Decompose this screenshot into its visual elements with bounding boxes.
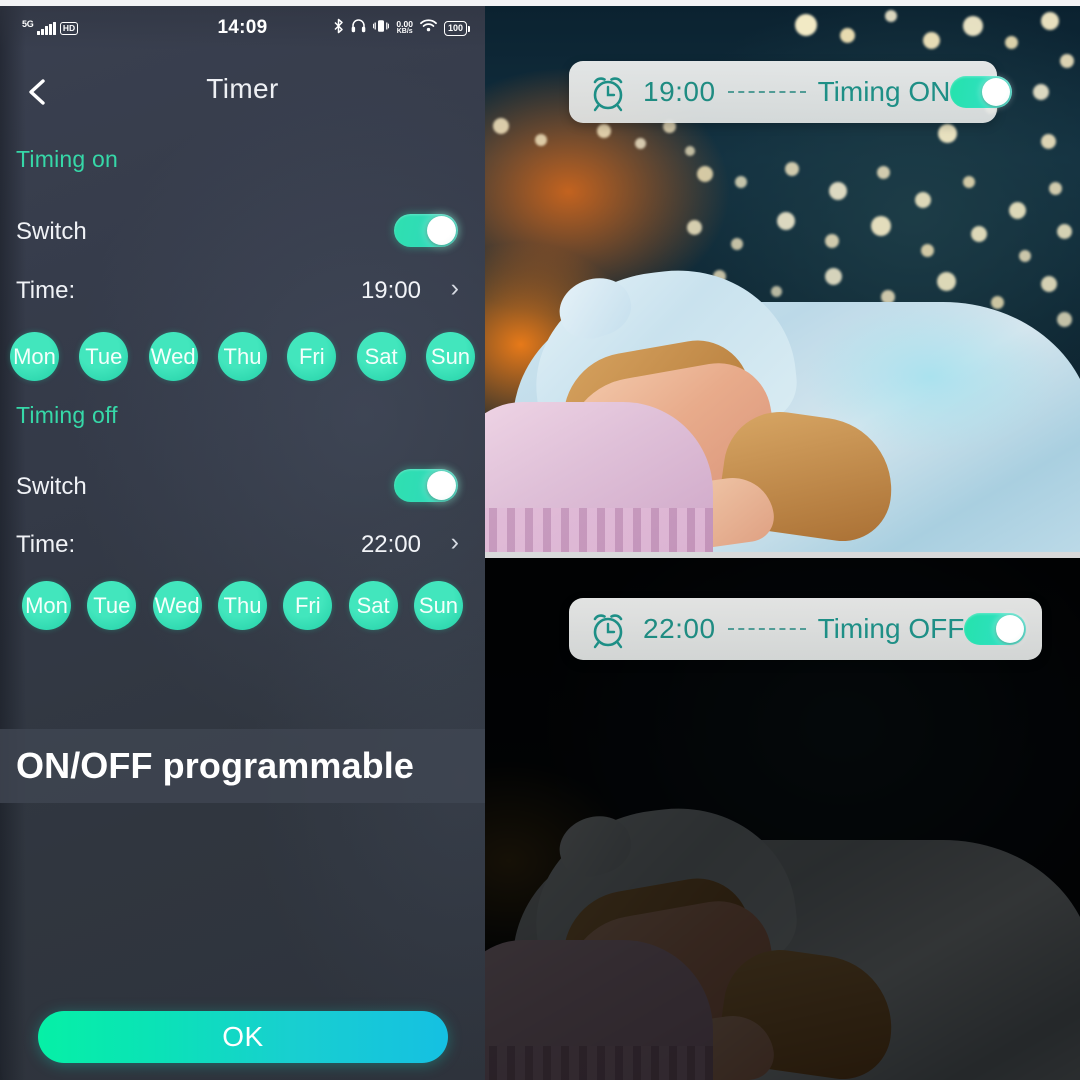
overlay-card-dashed-line xyxy=(727,91,806,93)
wifi-icon xyxy=(420,19,437,37)
alarm-clock-icon xyxy=(587,608,629,650)
day-chip-mon[interactable]: Mon xyxy=(22,581,71,630)
day-chip-fri[interactable]: Fri xyxy=(283,581,333,630)
alarm-clock-icon xyxy=(587,71,629,113)
day-chip-sat[interactable]: Sat xyxy=(356,332,406,381)
day-chip-label: Mon xyxy=(13,343,56,369)
toggle-knob xyxy=(996,615,1025,643)
data-rate-value: 0.00 xyxy=(396,18,413,29)
day-chip-label: Wed xyxy=(154,592,200,618)
day-chip-label: Tue xyxy=(93,592,131,618)
timing-on-section-label: Timing on xyxy=(16,146,118,172)
overlay-card-dashed-line xyxy=(727,628,806,630)
day-chip-label: Sat xyxy=(364,343,398,369)
data-rate-unit: KB/s xyxy=(396,28,413,35)
sleeping-child-illustration xyxy=(485,252,1080,552)
photo-lights-off: 22:00 Timing OFF xyxy=(485,558,1080,1080)
day-chip-wed[interactable]: Wed xyxy=(152,581,202,630)
day-chip-label: Tue xyxy=(85,343,123,369)
day-chip-tue[interactable]: Tue xyxy=(87,581,137,630)
day-chip-tue[interactable]: Tue xyxy=(79,332,129,381)
timing-off-switch-label: Switch xyxy=(16,473,87,500)
feature-banner-text: ON/OFF programmable xyxy=(16,745,414,786)
timing-on-time-chevron-icon[interactable]: › xyxy=(451,276,459,301)
timing-on-day-selector: Mon Tue Wed Thu Fri Sat Sun xyxy=(0,332,485,381)
pillow-frill-shape xyxy=(485,508,713,552)
day-chip-sun[interactable]: Sun xyxy=(425,332,475,381)
top-white-strip xyxy=(0,0,1080,6)
overlay-card-state: Timing ON xyxy=(817,76,951,107)
screenshot-root: 5G HD 14:09 0.00 KB/s 100 Timer Timing o… xyxy=(0,0,1080,1080)
day-chip-thu[interactable]: Thu xyxy=(217,581,267,630)
day-chip-label: Sat xyxy=(356,592,390,618)
status-bar: 5G HD 14:09 0.00 KB/s 100 xyxy=(0,6,485,50)
timing-off-day-selector: Mon Tue Wed Thu Fri Sat Sun xyxy=(0,581,485,630)
bluetooth-icon xyxy=(333,18,344,39)
status-bar-right: 0.00 KB/s 100 xyxy=(333,18,470,39)
phone-screen-panel: 5G HD 14:09 0.00 KB/s 100 Timer Timing o… xyxy=(0,6,485,1080)
toggle-knob xyxy=(427,471,456,500)
timing-off-section-label: Timing off xyxy=(16,402,118,428)
timing-off-switch-toggle[interactable] xyxy=(394,469,458,502)
day-chip-sat[interactable]: Sat xyxy=(348,581,398,630)
day-chip-label: Thu xyxy=(223,592,262,618)
day-chip-label: Fri xyxy=(298,343,325,369)
toggle-knob xyxy=(427,216,456,245)
overlay-card-toggle[interactable] xyxy=(950,76,1013,108)
day-chip-fri[interactable]: Fri xyxy=(287,332,337,381)
headphones-icon xyxy=(351,18,366,38)
overlay-card-time: 22:00 xyxy=(643,613,716,644)
day-chip-thu[interactable]: Thu xyxy=(217,332,267,381)
day-chip-label: Sun xyxy=(418,592,459,618)
overlay-card-toggle[interactable] xyxy=(964,613,1027,645)
battery-icon: 100 xyxy=(443,20,470,36)
photo-column: 19:00 Timing ON 22:00 Timing OFF xyxy=(485,6,1080,1080)
overlay-card-timing-on: 19:00 Timing ON xyxy=(569,61,1013,123)
timing-on-time-value[interactable]: 19:00 xyxy=(361,277,421,305)
title-bar: Timer xyxy=(0,64,485,122)
overlay-card-time: 19:00 xyxy=(643,76,716,107)
timing-off-time-label: Time: xyxy=(16,531,76,558)
timing-on-switch-label: Switch xyxy=(16,218,87,245)
vibrate-icon xyxy=(373,19,390,38)
day-chip-label: Thu xyxy=(223,343,262,369)
data-rate-indicator: 0.00 KB/s xyxy=(396,18,413,37)
day-chip-label: Wed xyxy=(150,343,196,369)
overlay-card-state: Timing OFF xyxy=(817,613,965,644)
ok-button-label: OK xyxy=(222,1021,264,1052)
timing-on-switch-toggle[interactable] xyxy=(394,214,458,247)
day-chip-label: Mon xyxy=(25,592,68,618)
day-chip-label: Fri xyxy=(294,592,321,618)
photo-divider xyxy=(485,552,1080,558)
timing-off-time-value[interactable]: 22:00 xyxy=(361,531,421,559)
timing-on-time-label: Time: xyxy=(16,277,76,304)
toggle-knob xyxy=(982,78,1011,106)
page-title: Timer xyxy=(206,73,279,104)
timing-off-time-chevron-icon[interactable]: › xyxy=(451,530,459,555)
photo-lights-on: 19:00 Timing ON xyxy=(485,6,1080,552)
day-chip-label: Sun xyxy=(430,343,471,369)
day-chip-wed[interactable]: Wed xyxy=(148,332,198,381)
day-chip-mon[interactable]: Mon xyxy=(10,332,59,381)
day-chip-sun[interactable]: Sun xyxy=(413,581,463,630)
feature-banner: ON/OFF programmable xyxy=(0,729,485,803)
ok-button[interactable]: OK xyxy=(38,1011,448,1063)
overlay-card-timing-off: 22:00 Timing OFF xyxy=(569,598,1043,660)
